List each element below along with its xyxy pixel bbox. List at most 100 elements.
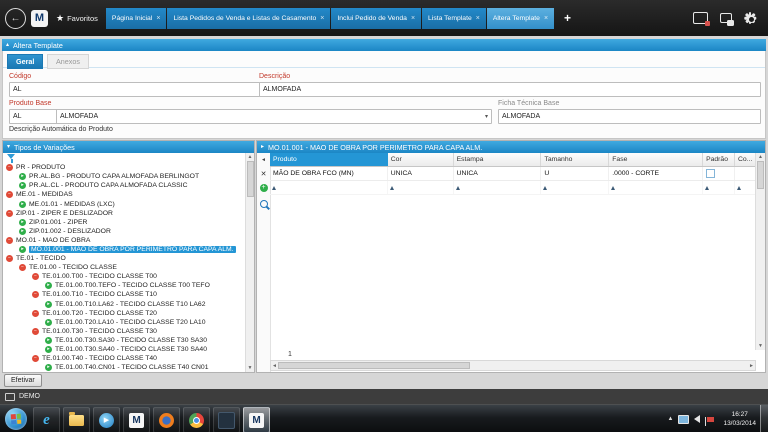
leaf-arrow-icon[interactable]: ▸ xyxy=(45,301,52,308)
leaf-arrow-icon[interactable]: ▸ xyxy=(45,319,52,326)
column-header[interactable]: Fase xyxy=(609,153,703,166)
tree-node[interactable]: −TE.01.00 - TECIDO CLASSE xyxy=(3,263,246,272)
leaf-arrow-icon[interactable]: ▸ xyxy=(45,346,52,353)
new-tab-button[interactable]: + xyxy=(559,11,576,25)
collapse-node-icon[interactable]: − xyxy=(6,237,13,244)
collapse-node-icon[interactable]: − xyxy=(19,264,26,271)
tree-node[interactable]: ▸TE.01.00.T00.TEFO - TECIDO CLASSE T00 T… xyxy=(3,281,246,290)
favorites-button[interactable]: ★ Favoritos xyxy=(53,13,101,24)
grid-add-row[interactable] xyxy=(270,181,756,195)
scroll-thumb[interactable] xyxy=(247,161,254,197)
start-button[interactable] xyxy=(5,408,27,430)
tree-node[interactable]: ▸ZIP.01.001 - ZIPER xyxy=(3,218,246,227)
tab-close-icon[interactable]: × xyxy=(320,15,324,22)
search-row-icon[interactable] xyxy=(260,200,268,208)
scroll-up-icon[interactable]: ▲ xyxy=(758,154,763,160)
add-row-cell[interactable] xyxy=(541,181,609,194)
vertical-scrollbar[interactable]: ▲ ▼ xyxy=(755,153,765,350)
grid-cell-tamanho[interactable]: U xyxy=(541,167,609,180)
add-row-icon[interactable]: + xyxy=(260,184,268,192)
column-header[interactable]: Padrão xyxy=(703,153,735,166)
firefox-icon[interactable] xyxy=(153,407,180,432)
tree-node[interactable]: ▸TE.01.00.T10.LA62 - TECIDO CLASSE T10 L… xyxy=(3,300,246,309)
scroll-thumb[interactable] xyxy=(278,362,470,369)
tree-node[interactable]: −TE.01.00.T10 - TECIDO CLASSE T10 xyxy=(3,290,246,299)
grid-cell-estampa[interactable]: UNICA xyxy=(454,167,542,180)
filter-icon[interactable] xyxy=(7,154,17,163)
settings-gear-icon[interactable] xyxy=(743,11,757,25)
column-header[interactable]: Estampa xyxy=(454,153,542,166)
windows-explorer-icon[interactable] xyxy=(63,407,90,432)
leaf-arrow-icon[interactable]: ▸ xyxy=(19,228,26,235)
collapse-node-icon[interactable]: − xyxy=(6,191,13,198)
grid-cell-cor[interactable]: UNICA xyxy=(388,167,454,180)
browser-tab[interactable]: Altera Template× xyxy=(487,8,554,29)
column-header[interactable]: Cor xyxy=(388,153,454,166)
column-header[interactable]: Co... xyxy=(735,153,756,166)
dark-app-icon[interactable] xyxy=(213,407,240,432)
collapse-node-icon[interactable]: − xyxy=(32,355,39,362)
messages-icon[interactable] xyxy=(693,11,708,25)
collapse-tree-icon[interactable]: ▾ xyxy=(7,144,10,150)
grid-panel-header[interactable]: ▸ MO.01.001 - MAO DE OBRA POR PERIMETRO … xyxy=(257,141,765,153)
tree-node[interactable]: −ZIP.01 - ZIPER E DESLIZADOR xyxy=(3,209,246,218)
ficha-tecnica-input[interactable] xyxy=(498,109,761,124)
scroll-right-icon[interactable]: ► xyxy=(749,363,754,369)
column-header[interactable]: Produto xyxy=(270,153,388,166)
leaf-arrow-icon[interactable]: ▸ xyxy=(19,182,26,189)
tree-node[interactable]: ▸PR.AL.BG - PRODUTO CAPA ALMOFADA BERLIN… xyxy=(3,172,246,181)
leaf-arrow-icon[interactable]: ▸ xyxy=(45,282,52,289)
add-row-cell[interactable] xyxy=(388,181,454,194)
tree-node[interactable]: −TE.01.00.T30 - TECIDO CLASSE T30 xyxy=(3,327,246,336)
tree-node[interactable]: ▸PR.AL.CL - PRODUTO CAPA ALMOFADA CLASSI… xyxy=(3,181,246,190)
collapse-node-icon[interactable]: − xyxy=(6,164,13,171)
panel-titlebar[interactable]: ▴ Altera Template xyxy=(2,39,766,51)
produto-base-select[interactable]: ALMOFADA ▾ xyxy=(56,109,492,124)
tree-node[interactable]: ▸MO.01.001 - MAO DE OBRA POR PERIMETRO P… xyxy=(3,245,246,254)
scroll-up-icon[interactable]: ▲ xyxy=(248,154,253,160)
tree-node[interactable]: ▸TE.01.00.T40.CN01 - TECIDO CLASSE T40 C… xyxy=(3,363,246,372)
tree-node[interactable]: −TE.01 - TECIDO xyxy=(3,254,246,263)
tree-node[interactable]: −ME.01 - MEDIDAS xyxy=(3,190,246,199)
add-row-cell[interactable] xyxy=(454,181,542,194)
horizontal-scrollbar[interactable]: ◄ ► xyxy=(270,360,756,371)
browser-tab[interactable]: Inclui Pedido de Venda× xyxy=(331,8,421,29)
tree-scrollbar[interactable]: ▲ ▼ xyxy=(245,153,254,372)
grid-data-row[interactable]: MÃO DE OBRA FCO (MN)UNICAUNICAU.0000 - C… xyxy=(270,167,756,181)
add-row-cell[interactable] xyxy=(735,181,756,194)
collapse-node-icon[interactable]: − xyxy=(6,210,13,217)
millennium-app-icon[interactable]: M xyxy=(123,407,150,432)
tree-node[interactable]: −PR - PRODUTO xyxy=(3,163,246,172)
tray-expand-icon[interactable]: ▲ xyxy=(668,416,674,422)
tray-volume-icon[interactable] xyxy=(694,415,700,423)
grid-cell-produto[interactable]: MÃO DE OBRA FCO (MN) xyxy=(270,167,388,180)
taskbar-clock[interactable]: 16:27 13/03/2014 xyxy=(723,410,756,428)
add-row-cell[interactable] xyxy=(703,181,735,194)
tree-node[interactable]: −TE.01.00.T40 - TECIDO CLASSE T40 xyxy=(3,354,246,363)
collapse-node-icon[interactable]: − xyxy=(32,328,39,335)
browser-tab[interactable]: Lista Pedidos de Venda e Listas de Casam… xyxy=(167,8,330,29)
collapse-node-icon[interactable]: − xyxy=(32,291,39,298)
add-row-cell[interactable] xyxy=(270,181,388,194)
tree-node[interactable]: ▸ZIP.01.002 - DESLIZADOR xyxy=(3,227,246,236)
add-row-cell[interactable] xyxy=(609,181,703,194)
collapse-panel-icon[interactable]: ▴ xyxy=(6,42,9,48)
efetivar-button[interactable]: Efetivar xyxy=(4,374,42,387)
tree-node[interactable]: −TE.01.00.T20 - TECIDO CLASSE T20 xyxy=(3,309,246,318)
millennium-logo[interactable]: M xyxy=(31,10,48,27)
grid-cell-fase[interactable]: .0000 - CORTE xyxy=(609,167,703,180)
grid-cell-padrao[interactable] xyxy=(703,167,735,180)
tree-node[interactable]: −MO.01 - MAO DE OBRA xyxy=(3,236,246,245)
descricao-input[interactable] xyxy=(259,82,761,97)
browser-tab[interactable]: Página Inicial× xyxy=(106,8,167,29)
column-header[interactable]: Tamanho xyxy=(541,153,609,166)
tree-node[interactable]: ▸TE.01.00.T30.SA40 - TECIDO CLASSE T30 S… xyxy=(3,345,246,354)
tab-close-icon[interactable]: × xyxy=(476,15,480,22)
tab-close-icon[interactable]: × xyxy=(544,15,548,22)
padrao-checkbox[interactable] xyxy=(706,169,715,178)
delete-row-icon[interactable]: ✕ xyxy=(261,170,267,178)
collapse-node-icon[interactable]: − xyxy=(32,273,39,280)
codigo-input[interactable] xyxy=(9,82,260,97)
scroll-down-icon[interactable]: ▼ xyxy=(248,365,253,371)
tree-panel-header[interactable]: ▾ Tipos de Variações xyxy=(3,141,254,153)
